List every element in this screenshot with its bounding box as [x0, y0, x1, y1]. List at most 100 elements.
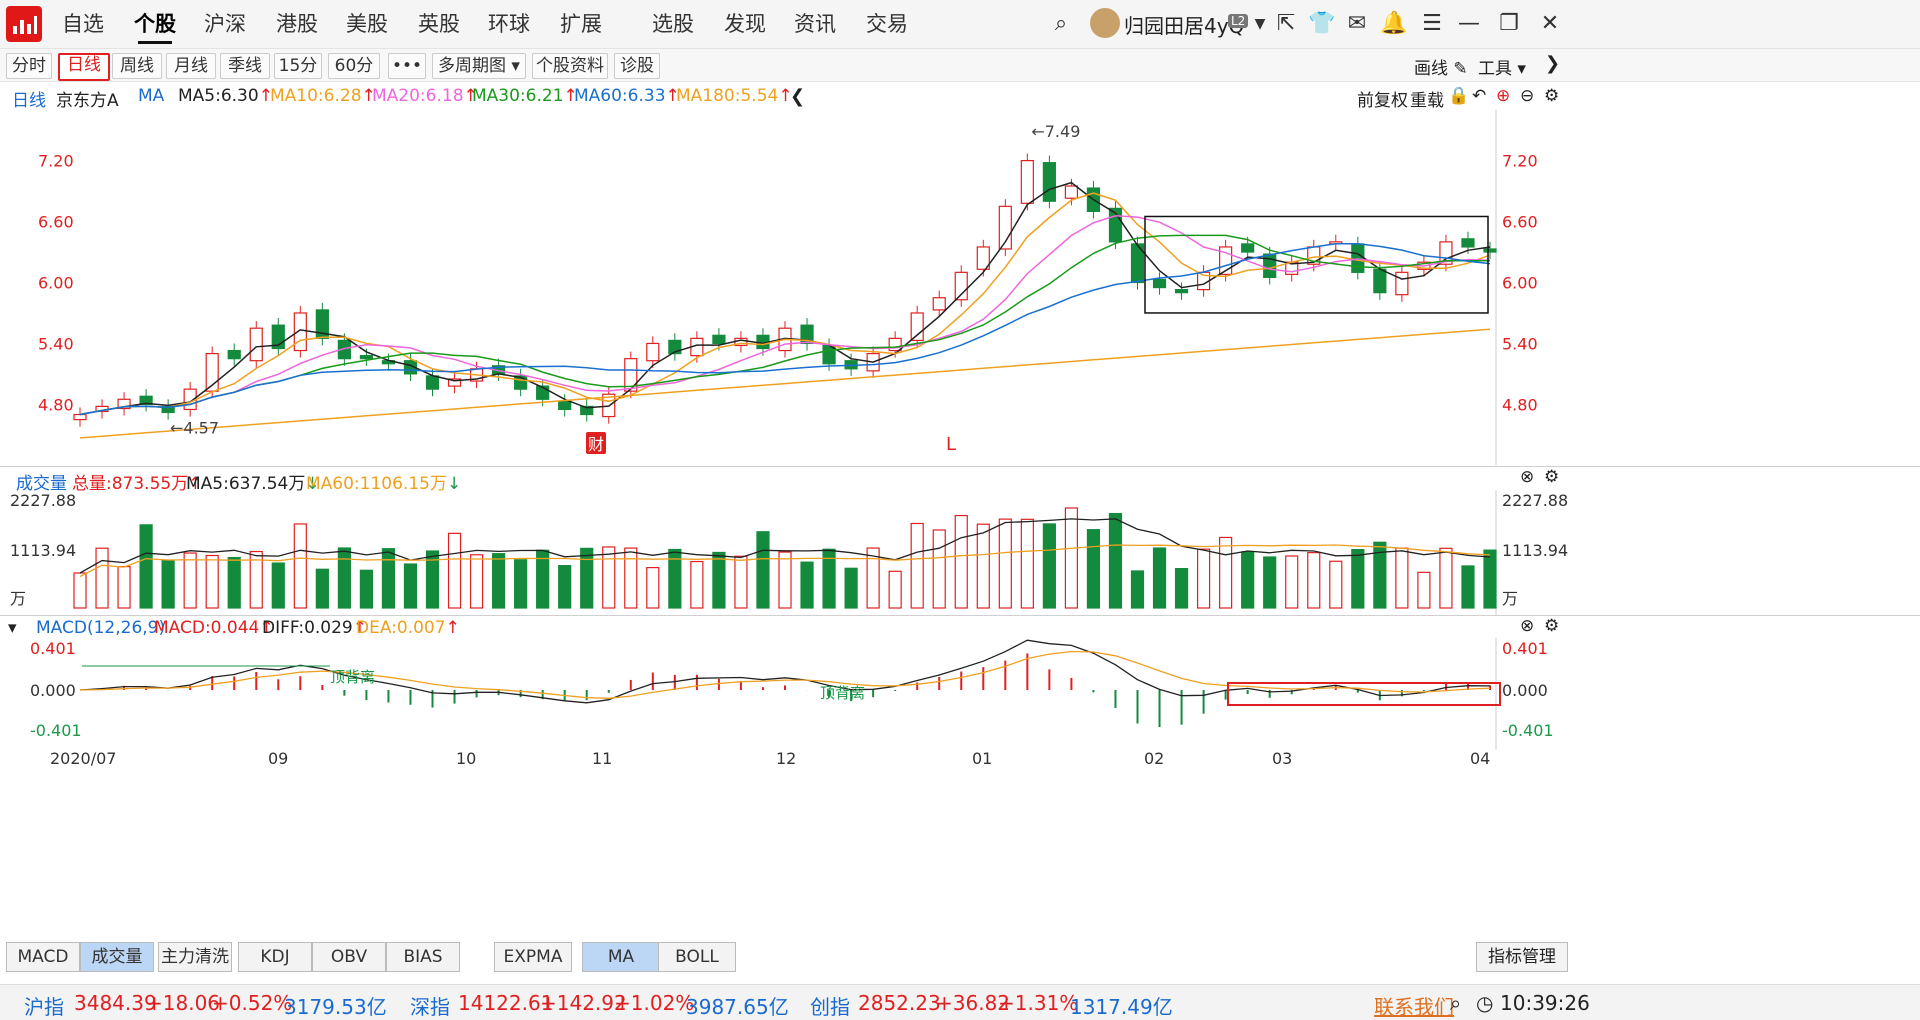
sh-index-name[interactable]: 沪指 [24, 991, 64, 1020]
candle[interactable] [1373, 268, 1387, 294]
period-button-2[interactable]: 周线 [112, 53, 162, 79]
candle[interactable] [1174, 289, 1189, 294]
settings-icon[interactable]: ⚙ [1544, 86, 1559, 106]
username[interactable]: 归园田居4yQ [1124, 10, 1244, 39]
remove-icon[interactable]: ⊖ [1520, 86, 1534, 106]
candle[interactable] [1263, 253, 1277, 279]
candle[interactable] [1395, 271, 1409, 296]
candle[interactable] [712, 334, 726, 345]
nav-item-2[interactable]: 沪深 [204, 0, 246, 48]
indicator-tab-2[interactable]: 主力清洗 [158, 942, 232, 972]
candle[interactable] [293, 312, 307, 352]
nav-item-6[interactable]: 环球 [488, 0, 530, 48]
candle[interactable] [558, 400, 572, 411]
draw-line-button[interactable]: 画线 ✎ [1414, 54, 1468, 79]
minimize-icon[interactable]: — [1455, 10, 1483, 38]
candle[interactable] [910, 312, 924, 341]
finance-marker[interactable]: 财 [586, 432, 606, 454]
popout-icon[interactable]: ⇱ [1272, 10, 1300, 38]
avatar[interactable] [1090, 8, 1120, 38]
nav-item-1[interactable]: 个股 [134, 0, 176, 48]
collapse-left-icon[interactable]: ❮ [790, 86, 805, 107]
nav-item-9[interactable]: 发现 [724, 0, 766, 48]
close-icon[interactable]: ✕ [1536, 10, 1564, 38]
reload-button[interactable]: 重载 [1410, 86, 1444, 111]
period-button-0[interactable]: 分时 [6, 53, 52, 79]
candle[interactable] [1042, 162, 1056, 202]
indicator-tab-3[interactable]: KDJ [238, 942, 312, 972]
candle[interactable] [359, 355, 374, 360]
contact-us-link[interactable]: 联系我们 [1374, 991, 1454, 1020]
period-button-3[interactable]: 月线 [166, 53, 216, 79]
add-icon[interactable]: ⊕ [1496, 86, 1510, 106]
candle[interactable] [1241, 243, 1255, 253]
period-button-5[interactable]: 15分 [274, 53, 322, 79]
indicator-name[interactable]: MA [138, 86, 164, 106]
indicator-tab-0[interactable]: MACD [6, 942, 80, 972]
candle[interactable] [954, 271, 968, 301]
candle[interactable] [1064, 185, 1079, 199]
overlay-tab-0[interactable]: EXPMA [494, 942, 572, 972]
candle[interactable] [646, 342, 660, 362]
macd-chart[interactable]: 0.401 0.4010.000 0.000-0.401 -0.401顶背离顶背离 [0, 638, 1920, 750]
settings-icon[interactable]: ⚙ [1544, 467, 1559, 487]
candle[interactable] [425, 375, 440, 390]
candle[interactable] [1152, 278, 1167, 289]
nav-item-11[interactable]: 交易 [866, 0, 908, 48]
stock-name[interactable]: 京东方A [56, 86, 119, 111]
period-button-1[interactable]: 日线 [58, 53, 110, 81]
mail-icon[interactable]: ✉ [1343, 10, 1371, 38]
tools-button[interactable]: 工具 ▾ [1478, 54, 1526, 79]
nav-item-4[interactable]: 美股 [346, 0, 388, 48]
candle[interactable] [932, 297, 946, 311]
adjust-button[interactable]: 前复权 [1357, 86, 1408, 111]
indicator-tab-1[interactable]: 成交量 [80, 942, 154, 972]
nav-item-0[interactable]: 自选 [62, 0, 104, 48]
l-marker[interactable]: L [946, 434, 956, 455]
settings-icon[interactable]: ⚙ [1544, 616, 1559, 636]
search-icon[interactable]: ⌕ [1047, 10, 1075, 38]
restore-icon[interactable]: ❐ [1495, 10, 1523, 38]
period-button-6[interactable]: 60分 [328, 53, 380, 79]
search-icon[interactable]: ⌕ [1450, 991, 1461, 1015]
candle[interactable] [227, 349, 241, 360]
nav-item-5[interactable]: 英股 [418, 0, 460, 48]
overlay-tab-1[interactable]: MA [582, 942, 660, 972]
overlay-tab-2[interactable]: BOLL [658, 942, 736, 972]
indicator-tab-5[interactable]: BIAS [386, 942, 460, 972]
candle[interactable] [73, 413, 87, 421]
bell-icon[interactable]: 🔔 [1380, 10, 1408, 38]
nav-item-3[interactable]: 港股 [276, 0, 318, 48]
close-panel-icon[interactable]: ⊗ [1520, 616, 1534, 636]
skin-icon[interactable]: 👕 [1308, 10, 1336, 38]
ma5-value: MA5:6.30↑ [178, 86, 273, 106]
candle[interactable] [1020, 160, 1034, 204]
price-chart[interactable]: 7.20 7.20 6.60 6.60 6.00 6.00 5.40 5.40 4.80 4.80… [0, 110, 1920, 465]
volume-chart[interactable]: 2227.88 2227.88 1113.94 1113.94 万 万 [0, 490, 1920, 615]
chevron-down-icon[interactable]: ▼ [1246, 10, 1274, 38]
candle[interactable] [1483, 248, 1497, 253]
period-button-10[interactable]: 诊股 [614, 53, 660, 79]
undo-icon[interactable]: ↶ [1472, 86, 1486, 106]
candle[interactable] [1351, 243, 1365, 273]
app-logo[interactable] [6, 6, 42, 42]
collapse-icon[interactable]: ❯ [1545, 53, 1560, 74]
collapse-icon[interactable]: ▾ [8, 618, 17, 638]
nav-item-8[interactable]: 选股 [652, 0, 694, 48]
cy-index-name[interactable]: 创指 [810, 991, 850, 1020]
sz-index-name[interactable]: 深指 [410, 991, 450, 1020]
period-button-8[interactable]: 多周期图 ▾ [432, 53, 526, 79]
period-button-4[interactable]: 季线 [220, 53, 270, 79]
indicator-tab-4[interactable]: OBV [312, 942, 386, 972]
menu-icon[interactable]: ☰ [1418, 10, 1446, 38]
macd-title[interactable]: MACD(12,26,9) [36, 618, 165, 638]
candle[interactable] [1461, 238, 1475, 248]
period-button-7[interactable]: ••• [388, 53, 426, 79]
lock-icon[interactable]: 🔒 [1448, 86, 1469, 106]
period-button-9[interactable]: 个股资料 [532, 53, 608, 79]
close-panel-icon[interactable]: ⊗ [1520, 467, 1534, 487]
indicator-manage-button[interactable]: 指标管理 [1476, 942, 1568, 972]
candle[interactable] [249, 327, 263, 362]
nav-item-10[interactable]: 资讯 [794, 0, 836, 48]
nav-item-7[interactable]: 扩展 [560, 0, 602, 48]
